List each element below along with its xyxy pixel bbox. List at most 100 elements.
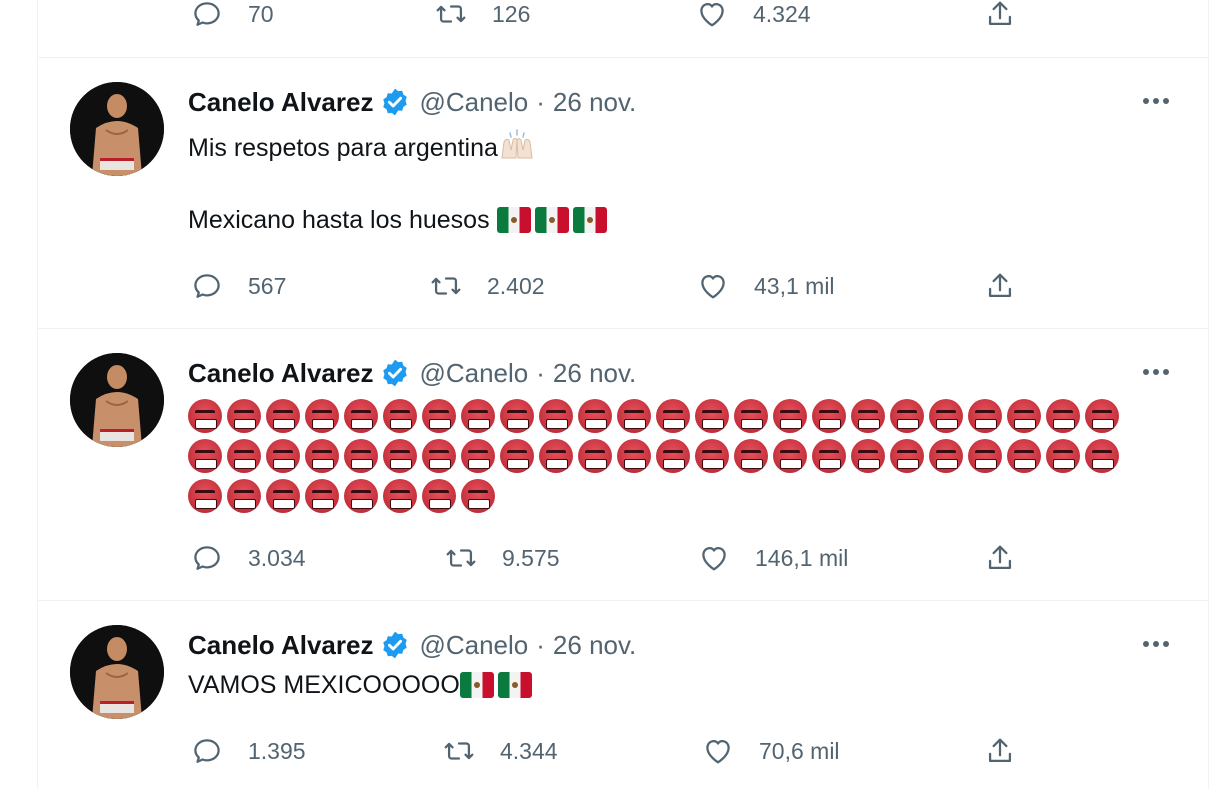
- angry-face-emoji: [539, 399, 573, 433]
- angry-face-emoji: [227, 399, 261, 433]
- angry-face-emoji: [695, 399, 729, 433]
- timeline: 70 126 4.324 Canelo Alvarez @Canelo · 26…: [37, 0, 1209, 789]
- tweet[interactable]: Canelo Alvarez @Canelo · 26 nov. 3.034 9…: [38, 328, 1208, 601]
- retweet-icon: [434, 0, 468, 31]
- more-icon: [1140, 96, 1172, 106]
- reply-button[interactable]: 567: [190, 266, 286, 306]
- angry-face-emoji: [968, 439, 1002, 473]
- more-button[interactable]: [1138, 86, 1174, 116]
- tweet-actions: 1.395 4.344 70,6 mil: [38, 731, 1208, 771]
- reply-icon: [190, 541, 224, 575]
- angry-face-emoji: [188, 439, 222, 473]
- angry-face-emoji: [461, 479, 495, 513]
- angry-face-emoji: [1046, 439, 1080, 473]
- angry-face-emoji: [383, 439, 417, 473]
- like-count: 70,6 mil: [759, 737, 840, 764]
- heart-icon: [697, 541, 731, 575]
- separator-dot: ·: [536, 86, 545, 117]
- retweet-button[interactable]: 2.402: [429, 266, 545, 306]
- retweet-icon: [442, 734, 476, 768]
- author-name[interactable]: Canelo Alvarez: [188, 630, 373, 661]
- separator-dot: ·: [536, 357, 545, 388]
- separator-dot: ·: [536, 629, 545, 660]
- tweet-text: Mis respetos para argentina: [188, 134, 498, 162]
- mexico-flag-emoji: [497, 672, 532, 698]
- author-handle[interactable]: @Canelo: [419, 358, 528, 389]
- tweet-date[interactable]: 26 nov.: [553, 358, 636, 389]
- tweet-date[interactable]: 26 nov.: [553, 630, 636, 661]
- angry-face-emoji: [266, 479, 300, 513]
- angry-face-emoji: [422, 479, 456, 513]
- heart-icon: [701, 734, 735, 768]
- angry-face-emoji: [227, 439, 261, 473]
- angry-face-emoji: [812, 439, 846, 473]
- angry-face-emoji: [851, 439, 885, 473]
- raising-hands-emoji: [498, 128, 536, 160]
- share-icon: [983, 269, 1017, 303]
- share-icon: [983, 0, 1017, 31]
- angry-face-emoji: [461, 399, 495, 433]
- reply-count: 567: [248, 272, 287, 299]
- avatar[interactable]: [70, 82, 164, 176]
- angry-face-emoji: [929, 399, 963, 433]
- reply-count: 1.395: [248, 737, 306, 764]
- angry-emoji-grid: [188, 399, 1148, 519]
- tweet[interactable]: Canelo Alvarez @Canelo · 26 nov. VAMOS M…: [38, 600, 1208, 790]
- like-button[interactable]: 43,1 mil: [696, 266, 835, 306]
- retweet-button[interactable]: 126: [434, 0, 530, 34]
- share-button[interactable]: [983, 731, 1017, 771]
- tweet-date[interactable]: 26 nov.: [553, 87, 636, 118]
- emoji-row: [188, 399, 1148, 438]
- retweet-button[interactable]: 9.575: [444, 538, 560, 578]
- reply-button[interactable]: 70: [190, 0, 274, 34]
- verified-badge-icon: [379, 629, 411, 661]
- angry-face-emoji: [305, 439, 339, 473]
- author-name[interactable]: Canelo Alvarez: [188, 87, 373, 118]
- more-button[interactable]: [1138, 357, 1174, 387]
- verified-badge-icon: [379, 357, 411, 389]
- like-button[interactable]: 4.324: [695, 0, 811, 34]
- author-handle[interactable]: @Canelo: [419, 87, 528, 118]
- like-button[interactable]: 146,1 mil: [697, 538, 848, 578]
- more-button[interactable]: [1138, 629, 1174, 659]
- angry-face-emoji: [617, 399, 651, 433]
- angry-face-emoji: [890, 399, 924, 433]
- angry-face-emoji: [383, 479, 417, 513]
- angry-face-emoji: [188, 399, 222, 433]
- retweet-icon: [429, 269, 463, 303]
- angry-face-emoji: [968, 399, 1002, 433]
- angry-face-emoji: [1085, 439, 1119, 473]
- share-button[interactable]: [983, 266, 1017, 306]
- mexico-flag-emoji: [496, 207, 531, 233]
- tweet-text: Mexicano hasta los huesos: [188, 206, 497, 234]
- share-button[interactable]: [983, 0, 1017, 34]
- angry-face-emoji: [1007, 399, 1041, 433]
- tweet[interactable]: Canelo Alvarez @Canelo · 26 nov. Mis res…: [38, 57, 1208, 329]
- reply-button[interactable]: 1.395: [190, 731, 306, 771]
- angry-face-emoji: [734, 439, 768, 473]
- author-handle[interactable]: @Canelo: [419, 630, 528, 661]
- more-icon: [1140, 639, 1172, 649]
- angry-face-emoji: [188, 479, 222, 513]
- like-button[interactable]: 70,6 mil: [701, 731, 840, 771]
- angry-face-emoji: [656, 399, 690, 433]
- share-button[interactable]: [983, 538, 1017, 578]
- angry-face-emoji: [344, 479, 378, 513]
- angry-face-emoji: [890, 439, 924, 473]
- reply-button[interactable]: 3.034: [190, 538, 306, 578]
- retweet-button[interactable]: 4.344: [442, 731, 558, 771]
- angry-face-emoji: [266, 399, 300, 433]
- angry-face-emoji: [344, 439, 378, 473]
- retweet-count: 126: [492, 0, 531, 27]
- tweet-header: Canelo Alvarez @Canelo · 26 nov.: [188, 84, 636, 120]
- reply-icon: [190, 0, 224, 31]
- heart-icon: [695, 0, 729, 31]
- avatar[interactable]: [70, 625, 164, 719]
- author-name[interactable]: Canelo Alvarez: [188, 358, 373, 389]
- angry-face-emoji: [539, 439, 573, 473]
- angry-face-emoji: [227, 479, 261, 513]
- avatar[interactable]: [70, 353, 164, 447]
- share-icon: [983, 541, 1017, 575]
- angry-face-emoji: [266, 439, 300, 473]
- angry-face-emoji: [500, 439, 534, 473]
